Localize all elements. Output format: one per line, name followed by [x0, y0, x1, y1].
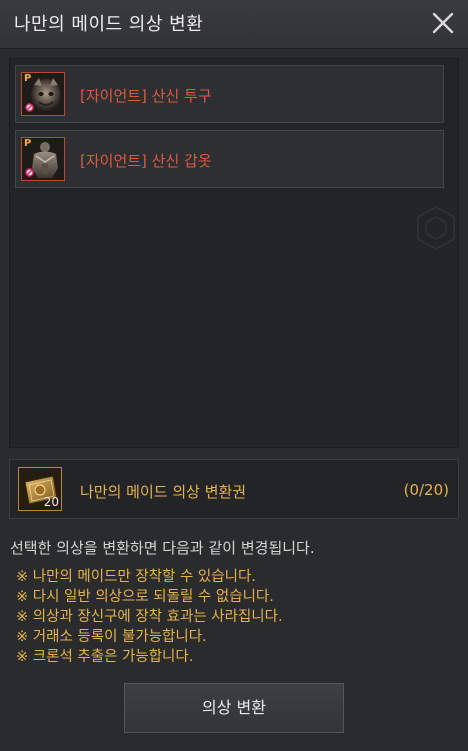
grade-badge: P — [24, 73, 32, 84]
close-button[interactable] — [430, 10, 456, 36]
notice-list: ※ 나만의 메이드만 장착할 수 있습니다. ※ 다시 일반 의상으로 되돌릴 … — [16, 567, 283, 667]
notice-item: ※ 거래소 등록이 불가능합니다. — [16, 629, 207, 645]
notice-item: ※ 나만의 메이드만 장착할 수 있습니다. — [16, 569, 256, 585]
convert-button[interactable]: 의상 변환 — [124, 683, 344, 733]
notice-item: ※ 의상과 장신구에 장착 효과는 사라집니다. — [16, 609, 283, 625]
window-title: 나만의 메이드 의상 변환 — [14, 14, 204, 35]
blocked-icon — [25, 168, 34, 177]
blocked-icon — [25, 103, 34, 112]
item-icon-armor: P — [21, 137, 65, 181]
ticket-icon-frame: 20 — [18, 467, 62, 511]
notice-item: ※ 크론석 추출은 가능합니다. — [16, 649, 194, 665]
grade-badge: P — [24, 138, 32, 149]
title-bar: 나만의 메이드 의상 변환 — [0, 0, 468, 49]
item-name: [자이언트] 산신 갑옷 — [80, 152, 212, 170]
ticket-quantity: 20 — [43, 495, 59, 509]
list-item-armor[interactable]: P [자이언트] 산신 갑옷 — [15, 130, 444, 188]
watermark-icon — [417, 205, 455, 251]
ticket-count: (0/20) — [403, 481, 449, 499]
item-icon-helmet: P — [21, 72, 65, 116]
costume-list: P [자이언트] 산신 투구 P [자이언트] 산신 갑옷 — [9, 58, 459, 448]
costume-conversion-window: 나만의 메이드 의상 변환 P [자이언트] 산신 투구 P [자이언트] 산신… — [0, 0, 468, 751]
conversion-description: 선택한 의상을 변환하면 다음과 같이 변경됩니다. — [10, 539, 315, 557]
item-name: [자이언트] 산신 투구 — [80, 87, 212, 105]
ticket-name: 나만의 메이드 의상 변환권 — [80, 483, 247, 501]
notice-item: ※ 다시 일반 의상으로 되돌릴 수 없습니다. — [16, 589, 274, 605]
list-item-helmet[interactable]: P [자이언트] 산신 투구 — [15, 65, 444, 123]
conversion-ticket-row: 20 나만의 메이드 의상 변환권 (0/20) — [9, 459, 459, 519]
close-icon — [432, 12, 454, 34]
